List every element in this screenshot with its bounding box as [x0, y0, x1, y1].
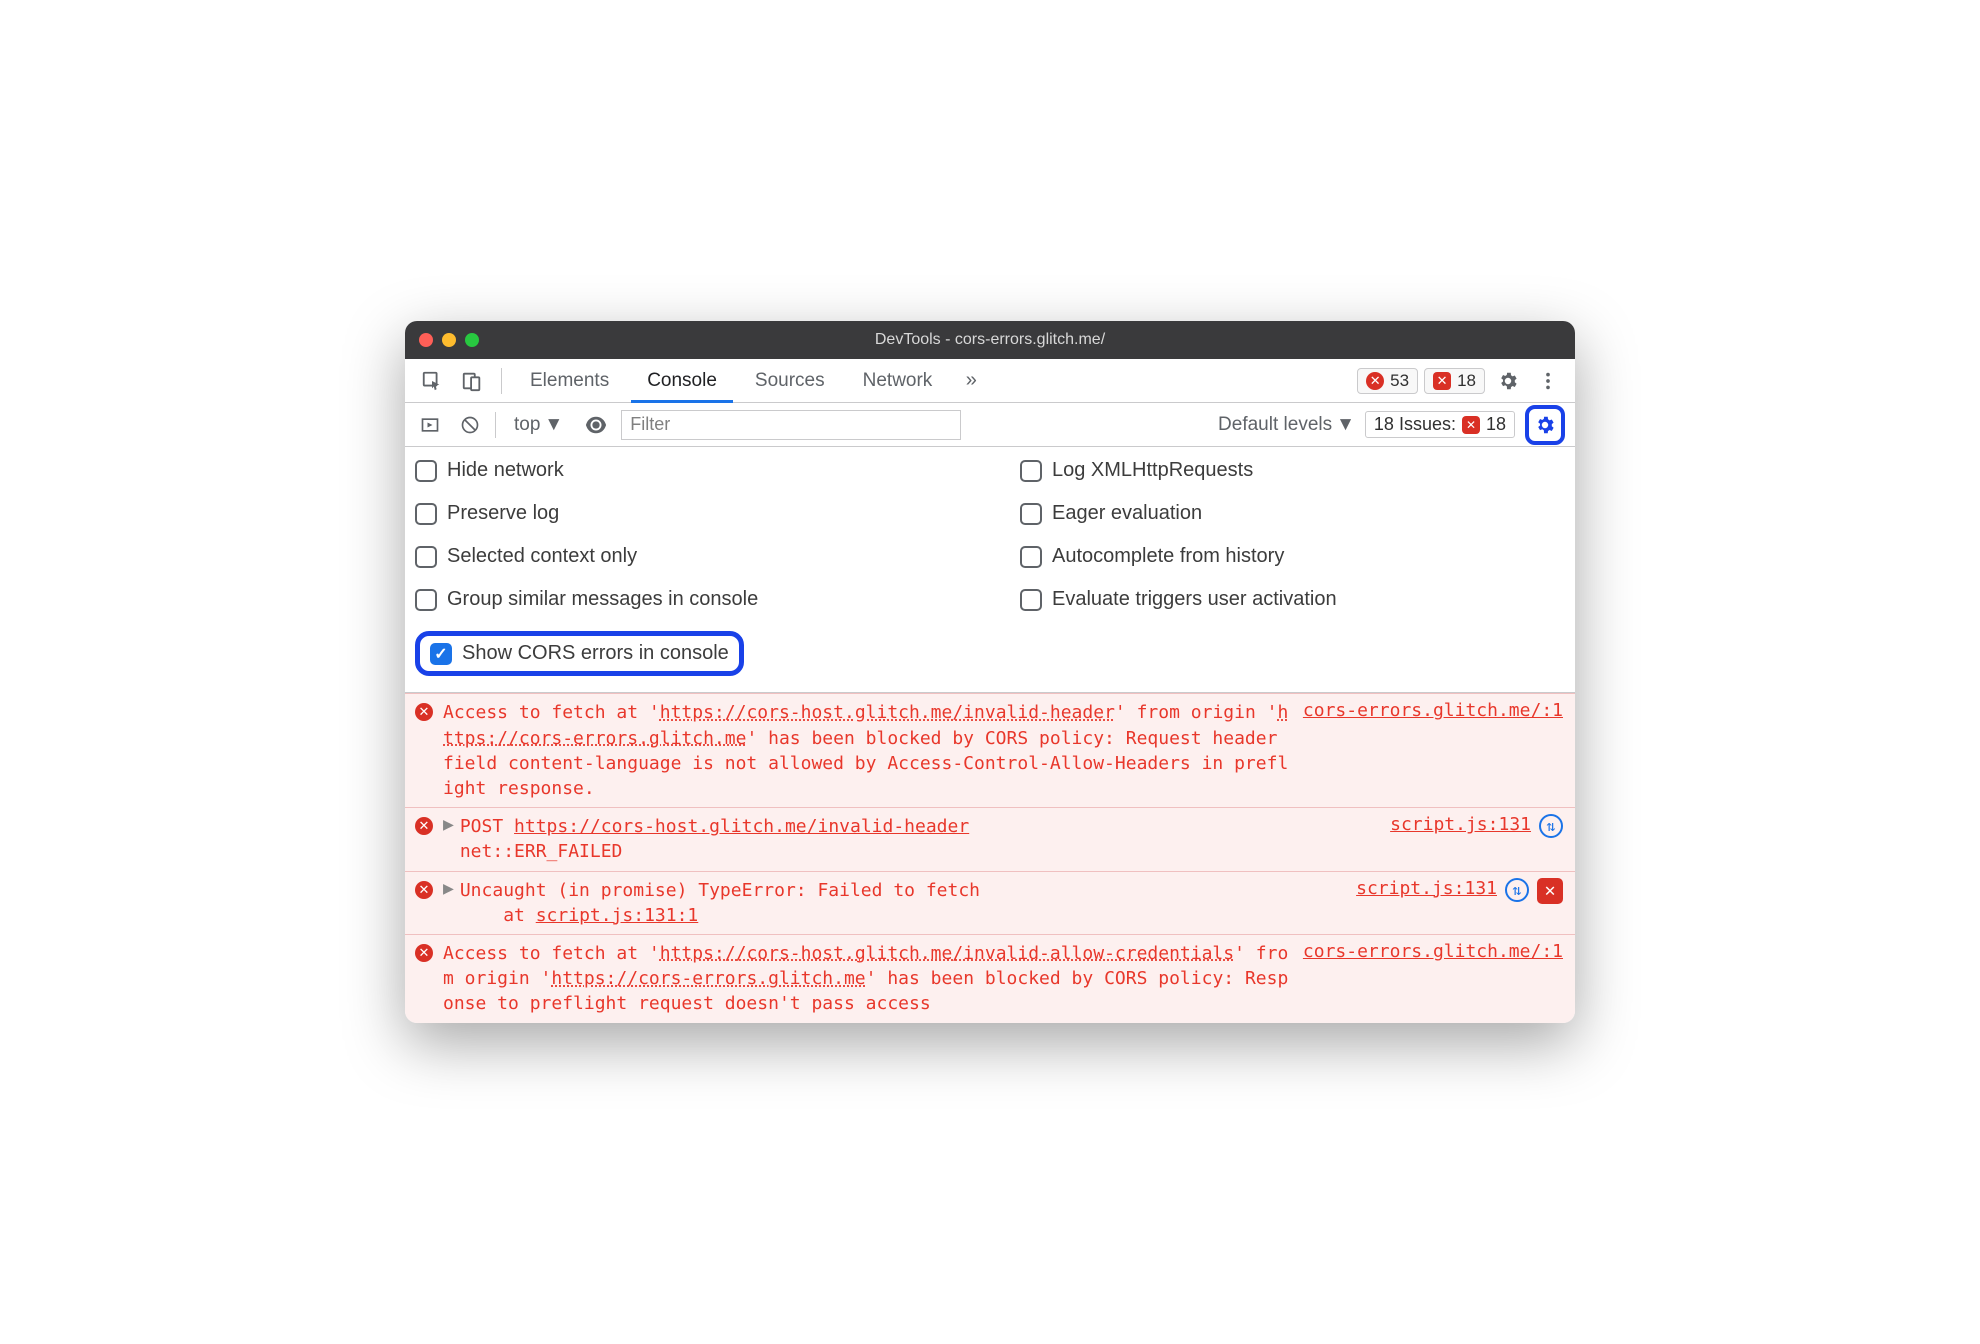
checkbox-preserve-log[interactable]: Preserve log: [415, 502, 960, 525]
console-settings-panel: Hide network Log XMLHttpRequests Preserv…: [405, 447, 1575, 693]
checkbox-selected-context[interactable]: Selected context only: [415, 545, 960, 568]
console-error-message: ✕ ▶ POST https://cors-host.glitch.me/inv…: [405, 807, 1575, 870]
source-link[interactable]: script.js:131:1: [536, 905, 699, 926]
log-levels-selector[interactable]: Default levels ▼: [1218, 414, 1355, 436]
issues-label: 18 Issues:: [1374, 414, 1456, 435]
source-link[interactable]: cors-errors.glitch.me/:1: [1303, 700, 1563, 801]
filter-input[interactable]: Filter: [621, 410, 961, 440]
chevron-down-icon: ▼: [1336, 414, 1355, 436]
error-icon: ✕: [1366, 372, 1384, 390]
issue-count-badge[interactable]: ✕ 18: [1424, 368, 1485, 394]
refresh-icon[interactable]: ⇅: [1539, 814, 1563, 838]
error-icon: ✕: [415, 881, 433, 899]
issues-count: 18: [1486, 414, 1506, 435]
issue-icon: ✕: [1433, 372, 1451, 390]
tab-elements[interactable]: Elements: [514, 359, 625, 403]
checkbox-autocomplete[interactable]: Autocomplete from history: [1020, 545, 1565, 568]
live-expression-icon[interactable]: [581, 410, 611, 440]
console-output: ✕ Access to fetch at 'https://cors-host.…: [405, 693, 1575, 1022]
context-selector[interactable]: top ▼: [506, 412, 571, 438]
checkbox-show-cors[interactable]: Show CORS errors in console: [430, 642, 729, 665]
checkbox-log-xhr[interactable]: Log XMLHttpRequests: [1020, 459, 1565, 482]
checkbox-label: Eager evaluation: [1052, 502, 1202, 525]
expand-arrow-icon[interactable]: ▶: [443, 878, 454, 928]
console-toolbar: top ▼ Filter Default levels ▼ 18 Issues:…: [405, 403, 1575, 447]
message-body: Uncaught (in promise) TypeError: Failed …: [460, 878, 1346, 928]
checkbox-label: Log XMLHttpRequests: [1052, 459, 1253, 482]
minimize-window-button[interactable]: [442, 333, 456, 347]
close-window-button[interactable]: [419, 333, 433, 347]
checkbox-label: Show CORS errors in console: [462, 642, 729, 665]
issue-icon: ✕: [1462, 416, 1480, 434]
tab-sources[interactable]: Sources: [739, 359, 841, 403]
kebab-menu-icon[interactable]: [1531, 364, 1565, 398]
console-error-message: ✕ ▶ Uncaught (in promise) TypeError: Fai…: [405, 871, 1575, 934]
url-link[interactable]: https://cors-host.glitch.me/invalid-allo…: [660, 943, 1234, 964]
console-settings-gear-button[interactable]: [1525, 405, 1565, 445]
issues-summary[interactable]: 18 Issues: ✕ 18: [1365, 411, 1515, 438]
issue-icon[interactable]: ✕: [1537, 878, 1563, 904]
settings-gear-icon[interactable]: [1491, 364, 1525, 398]
devtools-tabbar: Elements Console Sources Network » ✕ 53 …: [405, 359, 1575, 403]
window-controls: [419, 333, 479, 347]
error-icon: ✕: [415, 944, 433, 962]
window-title: DevTools - cors-errors.glitch.me/: [405, 331, 1575, 349]
console-error-message: ✕ Access to fetch at 'https://cors-host.…: [405, 934, 1575, 1023]
checkbox-label: Selected context only: [447, 545, 637, 568]
url-link[interactable]: https://cors-host.glitch.me/invalid-head…: [660, 702, 1115, 723]
expand-arrow-icon[interactable]: ▶: [443, 814, 454, 864]
error-count-badge[interactable]: ✕ 53: [1357, 368, 1418, 394]
error-icon: ✕: [415, 817, 433, 835]
maximize-window-button[interactable]: [465, 333, 479, 347]
error-icon: ✕: [415, 703, 433, 721]
source-link[interactable]: script.js:131: [1390, 814, 1531, 835]
message-body: Access to fetch at 'https://cors-host.gl…: [443, 700, 1293, 801]
error-count: 53: [1390, 371, 1409, 391]
console-error-message: ✕ Access to fetch at 'https://cors-host.…: [405, 693, 1575, 807]
filter-placeholder: Filter: [630, 414, 670, 435]
toggle-device-icon[interactable]: [455, 364, 489, 398]
checkbox-eager-eval[interactable]: Eager evaluation: [1020, 502, 1565, 525]
message-body: Access to fetch at 'https://cors-host.gl…: [443, 941, 1293, 1017]
checkbox-label: Autocomplete from history: [1052, 545, 1284, 568]
titlebar: DevTools - cors-errors.glitch.me/: [405, 321, 1575, 359]
context-label: top: [514, 414, 540, 436]
chevron-down-icon: ▼: [544, 414, 563, 436]
toggle-sidebar-icon[interactable]: [415, 410, 445, 440]
tab-console[interactable]: Console: [631, 359, 733, 403]
clear-console-icon[interactable]: [455, 410, 485, 440]
devtools-window: DevTools - cors-errors.glitch.me/ Elemen…: [405, 321, 1575, 1022]
highlighted-setting: Show CORS errors in console: [415, 631, 744, 676]
checkbox-group-similar[interactable]: Group similar messages in console: [415, 588, 960, 611]
message-body: POST https://cors-host.glitch.me/invalid…: [460, 814, 1380, 864]
levels-label: Default levels: [1218, 414, 1332, 436]
tab-network[interactable]: Network: [847, 359, 949, 403]
checkbox-label: Group similar messages in console: [447, 588, 758, 611]
checkbox-hide-network[interactable]: Hide network: [415, 459, 960, 482]
checkbox-eval-triggers[interactable]: Evaluate triggers user activation: [1020, 588, 1565, 611]
source-link[interactable]: script.js:131: [1356, 878, 1497, 899]
url-link[interactable]: https://cors-errors.glitch.me: [551, 968, 865, 989]
checkbox-label: Evaluate triggers user activation: [1052, 588, 1337, 611]
divider: [495, 412, 496, 438]
source-link[interactable]: cors-errors.glitch.me/:1: [1303, 941, 1563, 1017]
issue-count: 18: [1457, 371, 1476, 391]
checkbox-label: Preserve log: [447, 502, 559, 525]
inspect-element-icon[interactable]: [415, 364, 449, 398]
more-tabs-icon[interactable]: »: [954, 364, 988, 398]
url-link[interactable]: https://cors-host.glitch.me/invalid-head…: [514, 816, 969, 837]
divider: [501, 368, 502, 394]
refresh-icon[interactable]: ⇅: [1505, 878, 1529, 902]
checkbox-label: Hide network: [447, 459, 564, 482]
